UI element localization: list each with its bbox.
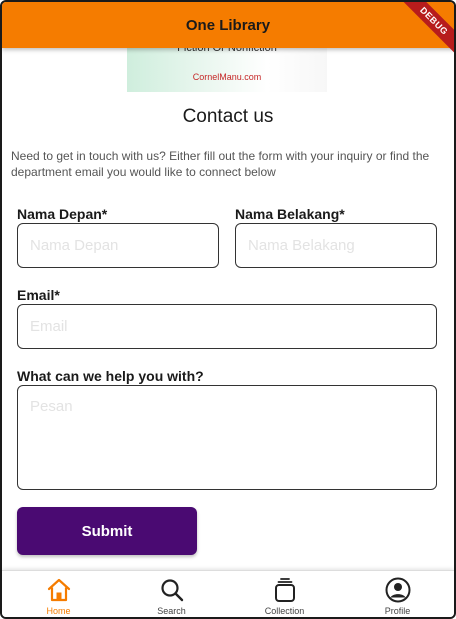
email-field[interactable]	[17, 304, 437, 349]
last-name-field[interactable]	[235, 223, 437, 268]
nav-item-collection[interactable]: Collection	[228, 571, 341, 617]
app-window: One Library DEBUG Fiction Or Nonfiction …	[0, 0, 456, 619]
email-label: Email*	[17, 287, 60, 303]
message-field[interactable]	[17, 385, 437, 490]
nav-item-home[interactable]: Home	[2, 571, 115, 617]
page-title: Contact us	[182, 106, 274, 127]
profile-icon	[385, 577, 410, 603]
nav-item-search[interactable]: Search	[115, 571, 228, 617]
first-name-label: Nama Depan*	[17, 206, 108, 222]
nav-label-collection: Collection	[264, 606, 305, 616]
first-name-field[interactable]	[17, 223, 219, 268]
intro-text: Need to get in touch with us? Either fil…	[11, 149, 430, 179]
banner-credit: CornelManu.com	[192, 72, 262, 82]
home-icon	[47, 578, 70, 602]
app-title: One Library	[185, 16, 271, 34]
nav-label-profile: Profile	[384, 606, 411, 616]
nav-label-home: Home	[46, 606, 71, 616]
nav-label-search: Search	[157, 606, 186, 616]
bottom-navigation: Home Search Collection Profile	[2, 570, 454, 617]
submit-button[interactable]: Submit	[17, 507, 197, 555]
message-label: What can we help you with?	[17, 368, 204, 384]
collection-icon	[274, 578, 295, 602]
app-bar: One Library	[2, 2, 454, 48]
search-icon	[160, 579, 183, 602]
last-name-label: Nama Belakang*	[235, 206, 345, 222]
nav-item-profile[interactable]: Profile	[341, 571, 454, 617]
